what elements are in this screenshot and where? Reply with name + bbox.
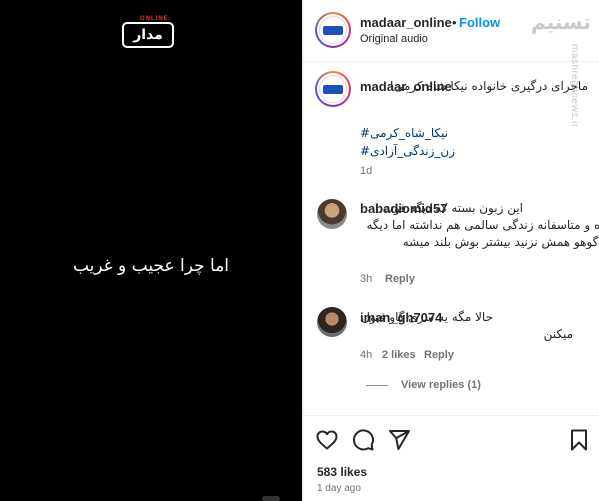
- comment-likes[interactable]: 2 likes: [382, 349, 416, 361]
- post-panel: madaar_online • Follow Original audio تس…: [302, 0, 599, 501]
- likes-count[interactable]: 583 likes: [317, 465, 367, 479]
- bookmark-icon[interactable]: [567, 428, 591, 452]
- heart-icon[interactable]: [315, 428, 339, 452]
- caption-text: ماجرای درگیری خانواده نیکا شاه کرمی!: [389, 79, 588, 93]
- hashtag-link[interactable]: #زن_زندگی_آزادی: [360, 143, 455, 160]
- comment-text: این زبون بسته که دیگه فوت کرده و متاسفان…: [366, 201, 599, 249]
- comment-icon[interactable]: [351, 428, 375, 452]
- comment-avatar[interactable]: [317, 307, 347, 337]
- media-indicator: [262, 496, 280, 501]
- caption-avatar[interactable]: [315, 71, 351, 107]
- separator-dot: •: [452, 15, 457, 30]
- video-overlay-text: اما چرا عجیب و غریب: [72, 256, 230, 276]
- header-username[interactable]: madaar_online: [360, 15, 452, 30]
- post-media[interactable]: ONLINE مدار اما چرا عجیب و غریب: [0, 0, 302, 501]
- hashtag-link[interactable]: #نیکا_شاه_کرمی: [360, 125, 448, 142]
- logo-text: مدار: [133, 27, 163, 43]
- post-actions: 583 likes 1 day ago: [303, 415, 599, 501]
- follow-button[interactable]: Follow: [459, 15, 500, 30]
- channel-logo: ONLINE مدار: [122, 16, 174, 48]
- audio-label[interactable]: Original audio: [360, 33, 428, 45]
- reply-button[interactable]: Reply: [385, 273, 415, 285]
- comment-avatar[interactable]: [317, 199, 347, 229]
- watermark-logo: تسنیم: [531, 10, 591, 34]
- comment-age: 4h: [360, 349, 373, 361]
- comment-text: حالا مگه یه سری گاو قبول میکنن: [361, 310, 573, 341]
- replies-divider: [366, 385, 388, 386]
- share-icon[interactable]: [387, 428, 411, 452]
- view-replies-button[interactable]: View replies (1): [401, 379, 481, 391]
- avatar[interactable]: [315, 12, 351, 48]
- caption-age: 1d: [360, 165, 373, 177]
- comment-age: 3h: [360, 273, 373, 285]
- post-time: 1 day ago: [317, 483, 361, 494]
- logo-tag: ONLINE: [138, 16, 171, 22]
- reply-button[interactable]: Reply: [424, 349, 454, 361]
- comments-scroll[interactable]: madaar_online ماجرای درگیری خانواده نیکا…: [303, 63, 599, 415]
